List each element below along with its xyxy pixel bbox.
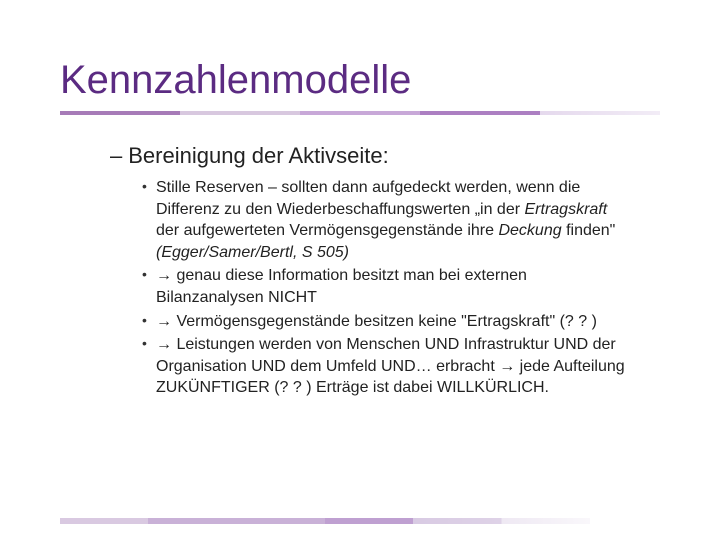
dash-icon: – <box>110 143 122 168</box>
citation: (Egger/Samer/Bertl, S 505) <box>156 244 349 261</box>
text-fragment: → Leistungen werden von Menschen UND Inf… <box>156 336 625 396</box>
list-item: Stille Reserven – sollten dann aufgedeck… <box>142 177 630 263</box>
slide-title: Kennzahlenmodelle <box>60 58 660 103</box>
content-block: –Bereinigung der Aktivseite: Stille Rese… <box>110 143 640 399</box>
slide: Kennzahlenmodelle –Bereinigung der Aktiv… <box>0 0 720 540</box>
bullet-list: Stille Reserven – sollten dann aufgedeck… <box>142 177 630 399</box>
text-fragment: Stille Reserven – sollten dann aufgedeck… <box>156 179 580 218</box>
list-item: → Leistungen werden von Menschen UND Inf… <box>142 334 630 399</box>
text-fragment: → Vermögensgegenstände besitzen keine "E… <box>156 313 597 330</box>
text-fragment: finden" <box>562 222 616 239</box>
sub-heading: –Bereinigung der Aktivseite: <box>110 143 640 169</box>
footer-bar <box>60 518 590 524</box>
text-fragment: → genau diese Information besitzt man be… <box>156 267 527 306</box>
italic-term: Deckung <box>498 222 561 239</box>
sub-heading-text: Bereinigung der Aktivseite: <box>128 143 389 168</box>
list-item: → genau diese Information besitzt man be… <box>142 265 630 308</box>
text-fragment: der aufgewerteten Vermögensgegenstände i… <box>156 222 498 239</box>
list-item: → Vermögensgegenstände besitzen keine "E… <box>142 311 630 333</box>
italic-term: Ertragskraft <box>525 201 608 218</box>
title-underline <box>60 111 660 115</box>
